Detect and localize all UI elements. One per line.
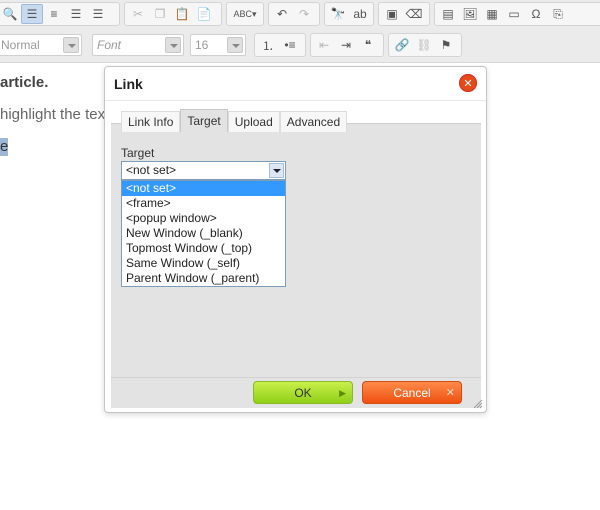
paste-icon[interactable]: 📋 xyxy=(171,4,193,24)
tab-link-info[interactable]: Link Info xyxy=(121,111,181,132)
special-char-icon[interactable]: Ω xyxy=(525,4,547,24)
target-option-top[interactable]: Topmost Window (_top) xyxy=(122,241,285,256)
target-dropdown-list: <not set> <frame> <popup window> New Win… xyxy=(121,180,286,287)
cancel-button-label: Cancel xyxy=(393,385,431,400)
target-select[interactable]: <not set> xyxy=(121,161,286,180)
target-select-value: <not set> xyxy=(126,163,177,177)
target-option-not-set[interactable]: <not set> xyxy=(122,181,285,196)
link-icon[interactable]: 🔗 xyxy=(391,35,413,55)
ok-button[interactable]: OK ▶ xyxy=(253,381,353,404)
align-left-icon[interactable]: ☰ xyxy=(21,4,43,24)
align-right-icon[interactable]: ☰ xyxy=(65,4,87,24)
close-icon[interactable]: ✕ xyxy=(459,74,477,92)
indent-group: ⇤ ⇥ ❝ xyxy=(310,33,384,57)
editor-toolbar: 🔍 ☰ ≡ ☰ ☰ ✂ ❐ 📋 📄 ABC▾ ↶ ↷ 🔭 ab ▣ ⌫ ▤ 🖼 … xyxy=(0,0,600,63)
target-option-parent[interactable]: Parent Window (_parent) xyxy=(122,271,285,286)
justify-icon[interactable]: ☰ xyxy=(87,4,109,24)
editor-text-line: highlight the tex xyxy=(0,106,106,123)
cancel-button[interactable]: Cancel ✕ xyxy=(362,381,462,404)
close-icon: ✕ xyxy=(445,387,455,399)
replace-icon[interactable]: ab xyxy=(349,4,371,24)
select-group: ▣ ⌫ xyxy=(378,2,430,26)
paste-word-icon[interactable]: 📄 xyxy=(193,4,215,24)
format-combo-value: Normal xyxy=(1,38,40,52)
chevron-down-icon xyxy=(227,37,243,53)
cut-icon[interactable]: ✂ xyxy=(127,4,149,24)
size-combo[interactable]: 16 xyxy=(190,34,246,56)
toolbar-row-2: Normal Font 16 ⒈ •≡ ⇤ ⇥ ❝ 🔗 ⛓ ⚑ xyxy=(0,31,600,61)
remove-format-icon[interactable]: ⌫ xyxy=(403,4,425,24)
undo-group: ↶ ↷ xyxy=(268,2,320,26)
horizontal-rule-icon[interactable]: ▭ xyxy=(503,4,525,24)
preview-icon[interactable]: 🔍 xyxy=(0,4,21,24)
numbered-list-icon[interactable]: ⒈ xyxy=(257,35,279,55)
unlink-icon[interactable]: ⛓ xyxy=(413,35,435,55)
editor-selected-text: e xyxy=(0,138,8,156)
anchor-flag-icon[interactable]: ⚑ xyxy=(435,35,457,55)
image-icon[interactable]: 🖼 xyxy=(459,4,481,24)
chevron-down-icon[interactable] xyxy=(269,163,284,178)
flash-icon[interactable]: ▤ xyxy=(437,4,459,24)
link-group: 🔗 ⛓ ⚑ xyxy=(388,33,462,57)
indent-icon[interactable]: ⇥ xyxy=(335,35,357,55)
dialog-tabs: Link Info Target Upload Advanced xyxy=(121,109,348,133)
chevron-down-icon xyxy=(165,37,181,53)
find-group: 🔭 ab xyxy=(324,2,374,26)
dialog-footer: OK ▶ Cancel ✕ xyxy=(111,377,481,408)
size-combo-value: 16 xyxy=(195,38,209,52)
select-all-icon[interactable]: ▣ xyxy=(381,4,403,24)
toolbar-row-1: 🔍 ☰ ≡ ☰ ☰ ✂ ❐ 📋 📄 ABC▾ ↶ ↷ 🔭 ab ▣ ⌫ ▤ 🖼 … xyxy=(0,0,600,30)
format-combo[interactable]: Normal xyxy=(0,34,82,56)
ok-button-label: OK xyxy=(294,385,312,400)
link-dialog: Link ✕ Link Info Target Upload Advanced … xyxy=(104,66,487,413)
insert-group: ▤ 🖼 ▦ ▭ Ω ⎘ xyxy=(434,2,600,26)
find-icon[interactable]: 🔭 xyxy=(327,4,349,24)
undo-icon[interactable]: ↶ xyxy=(271,4,293,24)
target-option-self[interactable]: Same Window (_self) xyxy=(122,256,285,271)
copy-icon[interactable]: ❐ xyxy=(149,4,171,24)
spellcheck-group: ABC▾ xyxy=(226,2,264,26)
page-break-icon[interactable]: ⎘ xyxy=(547,4,569,24)
tab-upload[interactable]: Upload xyxy=(227,111,280,132)
table-icon[interactable]: ▦ xyxy=(481,4,503,24)
list-group: ⒈ •≡ xyxy=(254,33,306,57)
target-option-popup[interactable]: <popup window> xyxy=(122,211,285,226)
target-option-frame[interactable]: <frame> xyxy=(122,196,285,211)
tab-advanced[interactable]: Advanced xyxy=(279,111,348,132)
clipboard-group: ✂ ❐ 📋 📄 xyxy=(124,2,222,26)
font-combo-value: Font xyxy=(97,38,122,52)
dialog-title: Link xyxy=(114,76,143,92)
spellcheck-icon[interactable]: ABC▾ xyxy=(229,4,261,24)
chevron-right-icon: ▶ xyxy=(339,388,346,398)
blockquote-icon[interactable]: ❝ xyxy=(357,35,379,55)
chevron-down-icon xyxy=(63,37,79,53)
outdent-icon[interactable]: ⇤ xyxy=(313,35,335,55)
font-combo[interactable]: Font xyxy=(92,34,184,56)
alignment-group: 🔍 ☰ ≡ ☰ ☰ xyxy=(0,2,120,26)
bulleted-list-icon[interactable]: •≡ xyxy=(279,35,301,55)
tab-target[interactable]: Target xyxy=(180,109,228,132)
resize-handle-icon[interactable] xyxy=(473,399,483,409)
target-label: Target xyxy=(121,146,155,160)
editor-text-bold: article. xyxy=(0,74,49,91)
align-center-icon[interactable]: ≡ xyxy=(43,4,65,24)
target-option-blank[interactable]: New Window (_blank) xyxy=(122,226,285,241)
dialog-title-divider xyxy=(105,100,486,101)
redo-icon[interactable]: ↷ xyxy=(293,4,315,24)
